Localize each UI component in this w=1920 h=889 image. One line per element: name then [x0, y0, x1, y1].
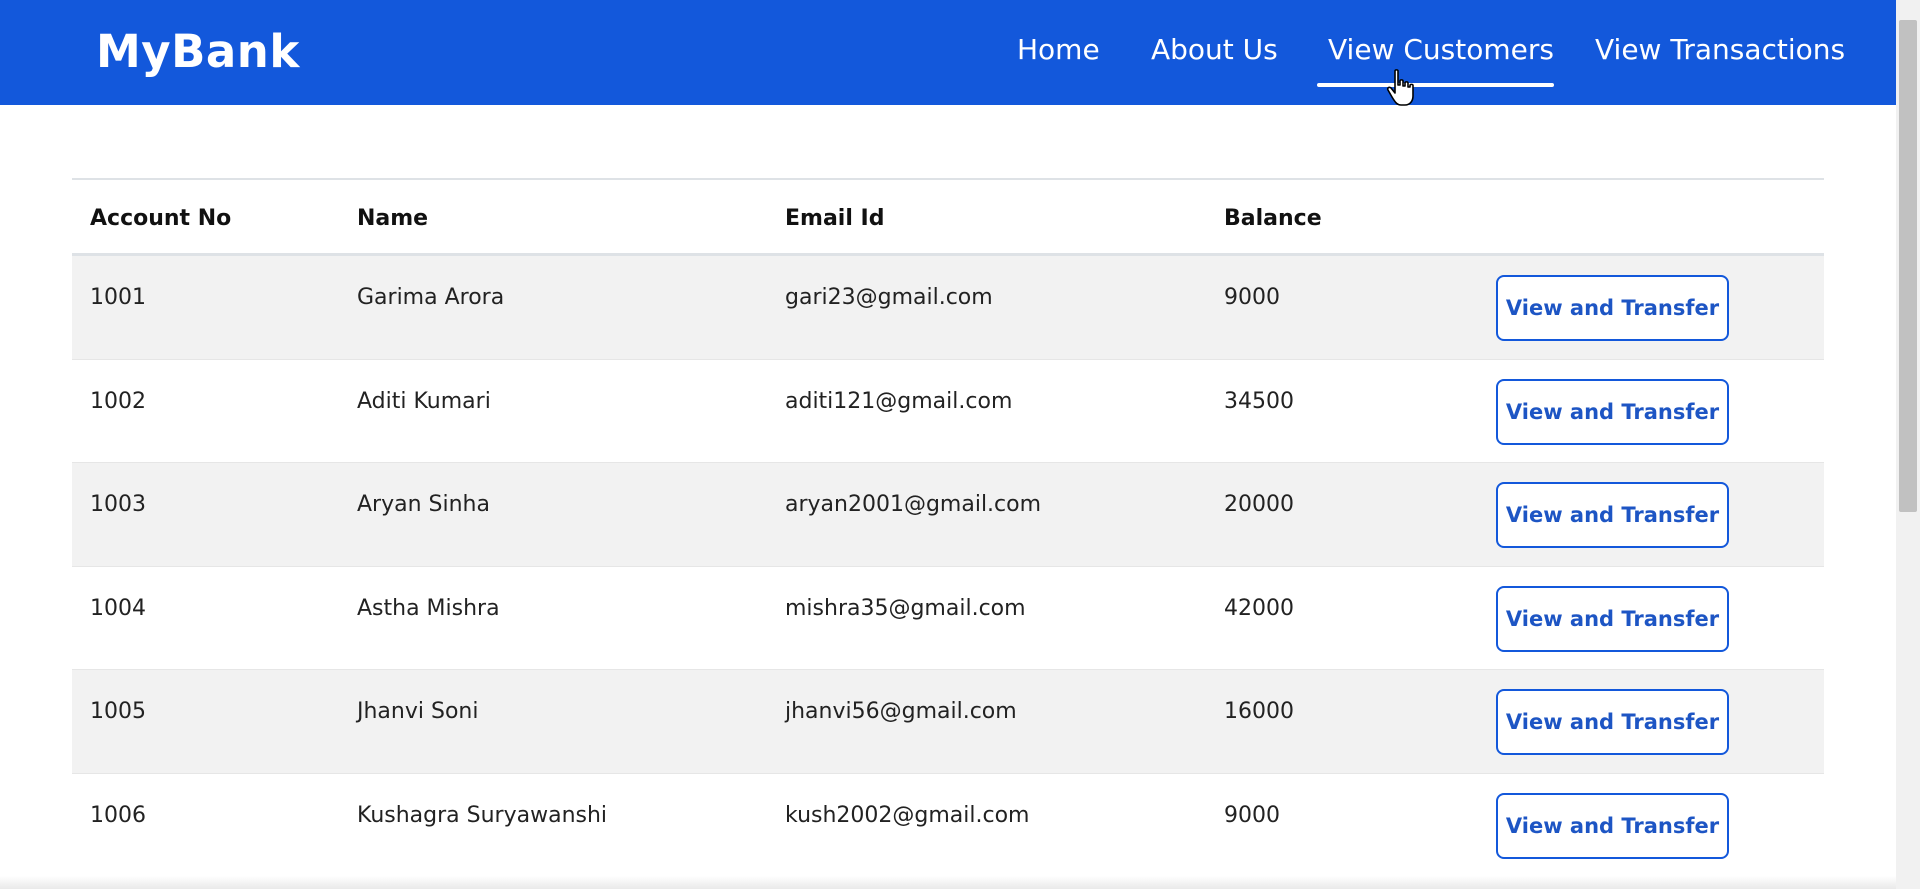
cell-email: aryan2001@gmail.com: [785, 492, 1042, 517]
table-row: 1006 Kushagra Suryawanshi kush2002@gmail…: [72, 774, 1824, 877]
cell-name: Garima Arora: [357, 285, 505, 310]
cell-balance: 9000: [1224, 285, 1280, 310]
nav-view-customers[interactable]: View Customers: [1328, 30, 1554, 70]
cell-email: kush2002@gmail.com: [785, 802, 1030, 828]
cell-balance: 34500: [1224, 388, 1294, 414]
view-and-transfer-button[interactable]: View and Transfer: [1496, 585, 1729, 652]
view-and-transfer-button[interactable]: View and Transfer: [1496, 482, 1729, 548]
cell-name: Astha Mishra: [357, 595, 500, 621]
table-header: Account No Name Email Id Balance: [72, 180, 1824, 256]
scrollbar-thumb[interactable]: [1899, 20, 1917, 512]
cell-account-no: 1004: [90, 595, 146, 621]
header-account-no: Account No: [90, 206, 232, 231]
header-balance: Balance: [1224, 206, 1322, 231]
navbar: MyBank Home About Us View Customers View…: [0, 0, 1896, 106]
page: MyBank Home About Us View Customers View…: [0, 0, 1920, 889]
view-and-transfer-button[interactable]: View and Transfer: [1496, 275, 1729, 341]
table-row: 1005 Jhanvi Soni jhanvi56@gmail.com 1600…: [72, 670, 1824, 774]
cell-account-no: 1003: [90, 492, 146, 517]
header-email-id: Email Id: [785, 206, 885, 231]
cell-account-no: 1002: [90, 388, 146, 414]
cell-name: Kushagra Suryawanshi: [357, 802, 608, 828]
cell-balance: 20000: [1224, 492, 1294, 517]
cell-balance: 16000: [1224, 699, 1294, 724]
header-name: Name: [357, 206, 429, 231]
cell-email: mishra35@gmail.com: [785, 595, 1026, 621]
cell-name: Jhanvi Soni: [357, 699, 479, 724]
brand-logo[interactable]: MyBank: [96, 26, 300, 78]
table-row: 1004 Astha Mishra mishra35@gmail.com 420…: [72, 567, 1824, 670]
next-row-edge: [0, 876, 1896, 889]
table-row: 1003 Aryan Sinha aryan2001@gmail.com 200…: [72, 463, 1824, 567]
cell-email: aditi121@gmail.com: [785, 388, 1013, 414]
cell-account-no: 1001: [90, 285, 146, 310]
cell-balance: 42000: [1224, 595, 1294, 621]
view-and-transfer-button[interactable]: View and Transfer: [1496, 792, 1729, 859]
table-row: 1001 Garima Arora gari23@gmail.com 9000 …: [72, 256, 1824, 360]
cell-balance: 9000: [1224, 802, 1280, 828]
customers-table: Account No Name Email Id Balance 1001 Ga…: [72, 178, 1824, 877]
cell-name: Aryan Sinha: [357, 492, 490, 517]
vertical-scrollbar[interactable]: [1896, 0, 1920, 889]
cell-account-no: 1006: [90, 802, 146, 828]
view-and-transfer-button[interactable]: View and Transfer: [1496, 689, 1729, 755]
nav-home[interactable]: Home: [1017, 30, 1100, 70]
cell-name: Aditi Kumari: [357, 388, 491, 414]
view-and-transfer-button[interactable]: View and Transfer: [1496, 378, 1729, 445]
table-row: 1002 Aditi Kumari aditi121@gmail.com 345…: [72, 360, 1824, 463]
nav-view-transactions[interactable]: View Transactions: [1595, 30, 1845, 70]
cell-email: gari23@gmail.com: [785, 285, 993, 310]
hand-pointer-icon: [1386, 69, 1414, 106]
cell-email: jhanvi56@gmail.com: [785, 699, 1017, 724]
active-nav-underline: [1317, 83, 1554, 87]
nav-about-us[interactable]: About Us: [1151, 30, 1278, 70]
cell-account-no: 1005: [90, 699, 146, 724]
